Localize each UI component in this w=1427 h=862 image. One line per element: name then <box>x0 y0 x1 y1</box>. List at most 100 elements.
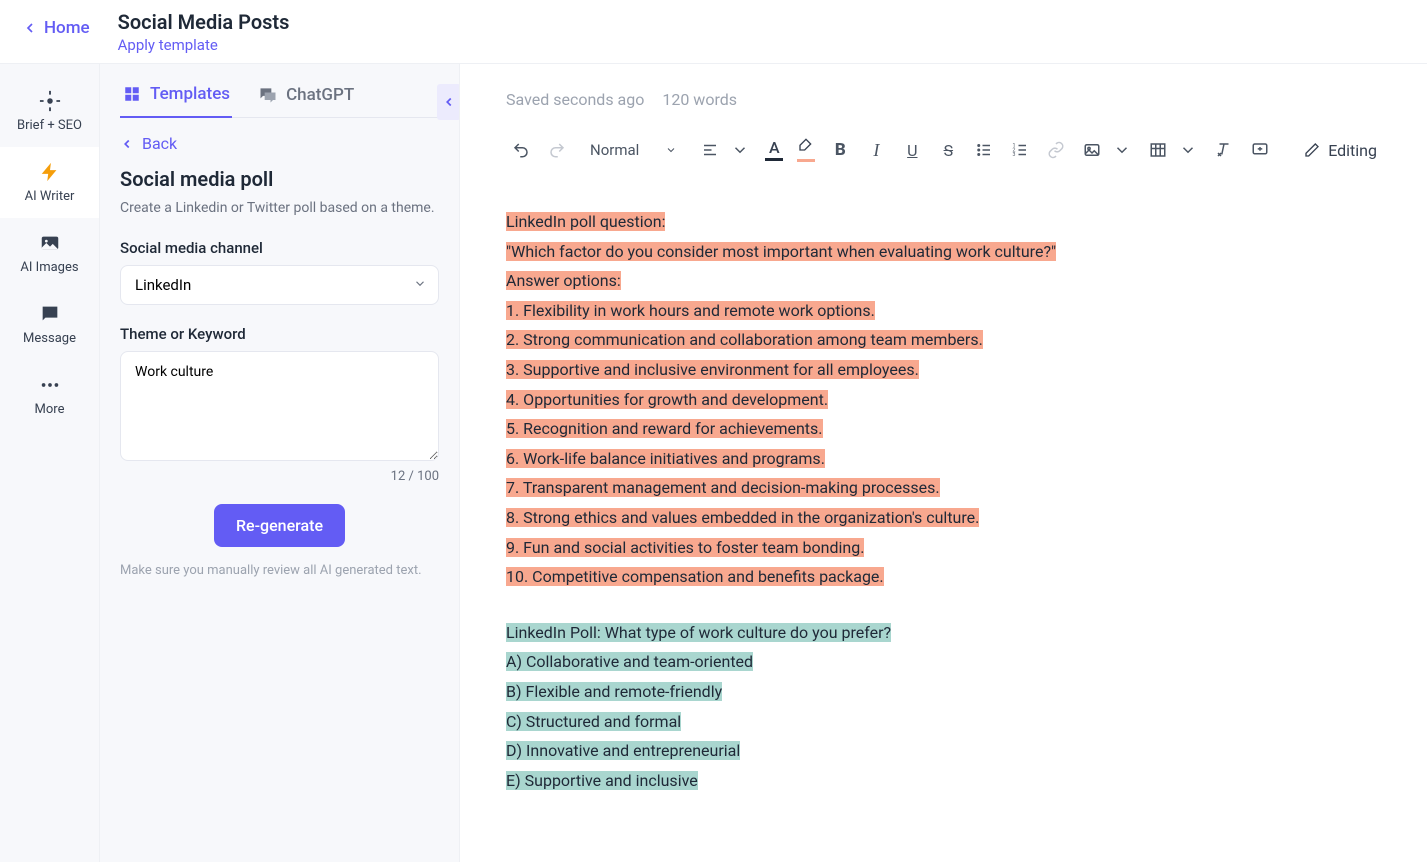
chevron-down-icon <box>665 144 677 156</box>
home-label: Home <box>44 18 90 38</box>
nav-ai-writer[interactable]: AI Writer <box>0 147 99 218</box>
page-title: Social Media Posts <box>118 10 290 34</box>
tab-chatgpt[interactable]: ChatGPT <box>256 79 356 117</box>
svg-text:3: 3 <box>1013 152 1016 158</box>
link-button[interactable] <box>1041 135 1071 165</box>
tab-templates[interactable]: Templates <box>120 78 232 118</box>
topbar: Home Social Media Posts Apply template <box>0 0 1427 64</box>
doc-line: 8. Strong ethics and values embedded in … <box>506 508 979 527</box>
tab-label: Templates <box>150 84 230 104</box>
doc-line: 6. Work-life balance initiatives and pro… <box>506 449 825 468</box>
more-icon <box>39 374 61 396</box>
doc-line: 10. Competitive compensation and benefit… <box>506 567 884 586</box>
doc-line: 7. Transparent management and decision-m… <box>506 478 940 497</box>
title-block: Social Media Posts Apply template <box>118 10 290 54</box>
strikethrough-button[interactable]: S <box>933 135 963 165</box>
format-label: Normal <box>590 141 639 159</box>
template-panel: Templates ChatGPT Back Social media poll… <box>100 64 460 862</box>
clear-format-button[interactable] <box>1209 135 1239 165</box>
highlight-icon <box>798 138 814 157</box>
chevron-left-icon <box>120 137 134 151</box>
doc-line: Answer options: <box>506 271 621 290</box>
pencil-icon <box>1304 142 1320 158</box>
doc-line: 3. Supportive and inclusive environment … <box>506 360 919 379</box>
panel-description: Create a Linkedin or Twitter poll based … <box>120 199 439 219</box>
apply-template-link[interactable]: Apply template <box>118 36 290 54</box>
message-icon <box>39 303 61 325</box>
nav-more[interactable]: More <box>0 360 99 431</box>
bullet-list-button[interactable] <box>969 135 999 165</box>
doc-line: 2. Strong communication and collaboratio… <box>506 330 983 349</box>
bold-button[interactable]: B <box>825 135 855 165</box>
document-content[interactable]: LinkedIn poll question: "Which factor do… <box>506 181 1381 795</box>
editing-mode-button[interactable]: Editing <box>1300 141 1381 160</box>
char-count: 12 / 100 <box>120 469 439 484</box>
panel-title: Social media poll <box>120 167 439 191</box>
text-color-bar <box>765 158 783 161</box>
collapse-panel-button[interactable] <box>437 84 460 120</box>
nav-brief-seo[interactable]: Brief + SEO <box>0 76 99 147</box>
highlight-color-bar <box>797 159 815 162</box>
channel-select[interactable]: LinkedIn <box>120 265 439 305</box>
chevron-left-icon <box>22 20 38 36</box>
align-button[interactable] <box>695 135 725 165</box>
tab-label: ChatGPT <box>286 85 354 105</box>
italic-button[interactable]: I <box>861 135 891 165</box>
numbered-list-button[interactable]: 123 <box>1005 135 1035 165</box>
doc-line: LinkedIn poll question: <box>506 212 665 231</box>
left-nav: Brief + SEO AI Writer AI Images Message … <box>0 64 100 862</box>
doc-line: 9. Fun and social activities to foster t… <box>506 538 864 557</box>
home-link[interactable]: Home <box>8 10 104 46</box>
table-dropdown[interactable] <box>1173 135 1203 165</box>
doc-line: D) Innovative and entrepreneurial <box>506 741 740 760</box>
regenerate-button[interactable]: Re-generate <box>214 504 345 547</box>
nav-label: AI Writer <box>25 189 75 204</box>
align-dropdown[interactable] <box>725 135 755 165</box>
doc-line: 4. Opportunities for growth and developm… <box>506 390 828 409</box>
channel-label: Social media channel <box>120 239 439 257</box>
chevron-left-icon <box>442 95 456 109</box>
doc-line: LinkedIn Poll: What type of work culture… <box>506 623 891 642</box>
doc-line: 5. Recognition and reward for achievemen… <box>506 419 823 438</box>
doc-line: C) Structured and formal <box>506 712 681 731</box>
review-note: Make sure you manually review all AI gen… <box>120 561 439 581</box>
image-icon <box>39 232 61 254</box>
doc-line: E) Supportive and inclusive <box>506 771 698 790</box>
redo-button[interactable] <box>542 135 572 165</box>
highlight-color-button[interactable] <box>793 138 819 162</box>
editing-label: Editing <box>1328 141 1377 160</box>
word-count: 120 words <box>662 90 737 109</box>
image-button[interactable] <box>1077 135 1107 165</box>
bolt-icon <box>39 161 61 183</box>
undo-button[interactable] <box>506 135 536 165</box>
chevron-down-icon <box>731 141 749 159</box>
theme-textarea[interactable] <box>120 351 439 461</box>
nav-label: More <box>35 402 65 417</box>
back-label: Back <box>142 134 177 153</box>
doc-line: "Which factor do you consider most impor… <box>506 242 1056 261</box>
image-dropdown[interactable] <box>1107 135 1137 165</box>
text-color-letter: A <box>769 140 780 156</box>
format-select[interactable]: Normal <box>584 137 683 163</box>
nav-ai-images[interactable]: AI Images <box>0 218 99 289</box>
templates-icon <box>122 84 142 104</box>
doc-line: 1. Flexibility in work hours and remote … <box>506 301 875 320</box>
panel-tabs: Templates ChatGPT <box>120 78 439 118</box>
editor-area: Saved seconds ago 120 words Normal A <box>460 64 1427 862</box>
nav-label: Message <box>23 331 76 346</box>
status-row: Saved seconds ago 120 words <box>506 90 1381 109</box>
text-color-button[interactable]: A <box>761 140 787 161</box>
nav-label: Brief + SEO <box>17 118 82 133</box>
table-button[interactable] <box>1143 135 1173 165</box>
doc-line: A) Collaborative and team-oriented <box>506 652 753 671</box>
doc-line: B) Flexible and remote-friendly <box>506 682 722 701</box>
target-icon <box>39 90 61 112</box>
nav-message[interactable]: Message <box>0 289 99 360</box>
comment-button[interactable] <box>1245 135 1275 165</box>
chevron-down-icon <box>1113 141 1131 159</box>
chat-icon <box>258 85 278 105</box>
chevron-down-icon <box>1179 141 1197 159</box>
theme-label: Theme or Keyword <box>120 325 439 343</box>
back-link[interactable]: Back <box>120 134 439 153</box>
underline-button[interactable]: U <box>897 135 927 165</box>
